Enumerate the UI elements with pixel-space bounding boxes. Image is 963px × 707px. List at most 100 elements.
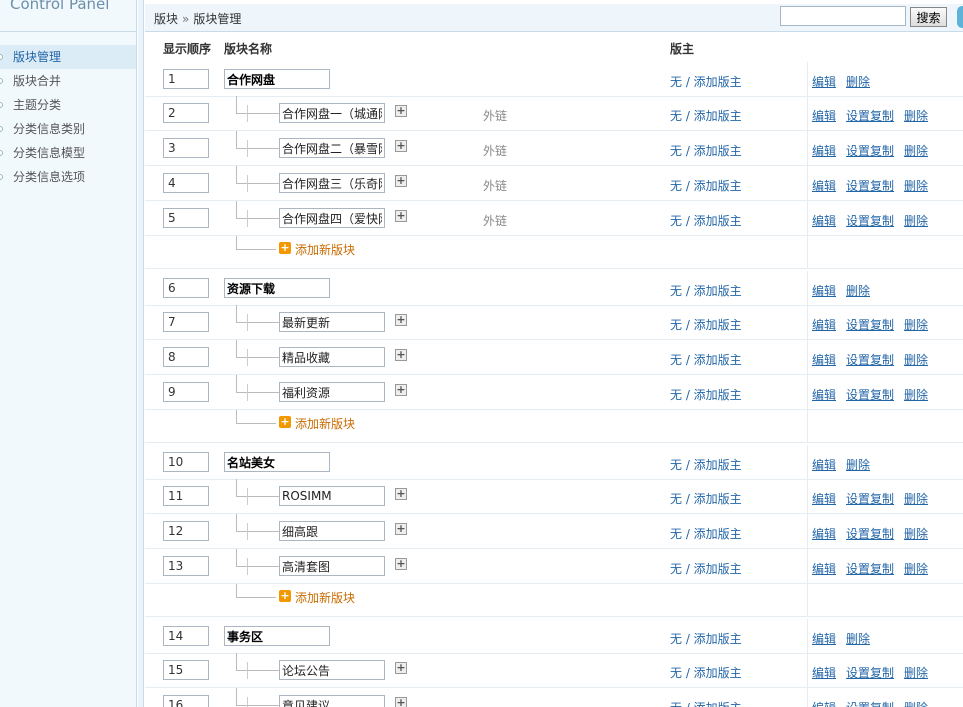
add-subforum-icon[interactable]: + bbox=[395, 140, 407, 152]
delete-link[interactable]: 删除 bbox=[904, 144, 928, 158]
display-order-input[interactable] bbox=[163, 486, 209, 506]
forum-name-input[interactable] bbox=[279, 208, 385, 228]
add-icon[interactable]: + bbox=[279, 242, 291, 254]
copy-settings-link[interactable]: 设置复制 bbox=[846, 562, 894, 576]
forum-name-input[interactable] bbox=[279, 173, 385, 193]
edit-link[interactable]: 编辑 bbox=[812, 109, 836, 123]
edit-link[interactable]: 编辑 bbox=[812, 214, 836, 228]
moderators-link[interactable]: 无 / 添加版主 bbox=[670, 282, 742, 299]
add-subforum-icon[interactable]: + bbox=[395, 697, 407, 707]
edit-link[interactable]: 编辑 bbox=[812, 492, 836, 506]
forum-name-input[interactable] bbox=[279, 138, 385, 158]
moderators-link[interactable]: 无 / 添加版主 bbox=[670, 316, 742, 333]
display-order-input[interactable] bbox=[163, 626, 209, 646]
group-name-input[interactable] bbox=[224, 626, 330, 646]
forum-name-input[interactable] bbox=[279, 556, 385, 576]
edit-link[interactable]: 编辑 bbox=[812, 179, 836, 193]
display-order-input[interactable] bbox=[163, 452, 209, 472]
add-subforum-icon[interactable]: + bbox=[395, 558, 407, 570]
add-forum-link[interactable]: 添加新版块 bbox=[295, 415, 355, 432]
forum-name-input[interactable] bbox=[279, 660, 385, 680]
copy-settings-link[interactable]: 设置复制 bbox=[846, 179, 894, 193]
display-order-input[interactable] bbox=[163, 103, 209, 123]
delete-link[interactable]: 删除 bbox=[904, 388, 928, 402]
copy-settings-link[interactable]: 设置复制 bbox=[846, 701, 894, 707]
add-forum-link[interactable]: 添加新版块 bbox=[295, 241, 355, 258]
delete-link[interactable]: 删除 bbox=[846, 75, 870, 89]
delete-link[interactable]: 删除 bbox=[846, 458, 870, 472]
display-order-input[interactable] bbox=[163, 521, 209, 541]
add-subforum-icon[interactable]: + bbox=[395, 175, 407, 187]
forum-name-input[interactable] bbox=[279, 521, 385, 541]
edit-link[interactable]: 编辑 bbox=[812, 284, 836, 298]
copy-settings-link[interactable]: 设置复制 bbox=[846, 492, 894, 506]
edit-link[interactable]: 编辑 bbox=[812, 353, 836, 367]
moderators-link[interactable]: 无 / 添加版主 bbox=[670, 456, 742, 473]
copy-settings-link[interactable]: 设置复制 bbox=[846, 318, 894, 332]
display-order-input[interactable] bbox=[163, 208, 209, 228]
copy-settings-link[interactable]: 设置复制 bbox=[846, 527, 894, 541]
search-input[interactable] bbox=[780, 6, 906, 26]
delete-link[interactable]: 删除 bbox=[904, 527, 928, 541]
sidebar-item-classified-categories[interactable]: 分类信息类别 bbox=[0, 117, 136, 141]
forum-name-input[interactable] bbox=[279, 382, 385, 402]
display-order-input[interactable] bbox=[163, 138, 209, 158]
group-name-input[interactable] bbox=[224, 452, 330, 472]
forum-name-input[interactable] bbox=[279, 312, 385, 332]
display-order-input[interactable] bbox=[163, 173, 209, 193]
add-forum-link[interactable]: 添加新版块 bbox=[295, 589, 355, 606]
moderators-link[interactable]: 无 / 添加版主 bbox=[670, 177, 742, 194]
add-icon[interactable]: + bbox=[279, 416, 291, 428]
edit-link[interactable]: 编辑 bbox=[812, 458, 836, 472]
moderators-link[interactable]: 无 / 添加版主 bbox=[670, 351, 742, 368]
delete-link[interactable]: 删除 bbox=[904, 179, 928, 193]
moderators-link[interactable]: 无 / 添加版主 bbox=[670, 525, 742, 542]
add-subforum-icon[interactable]: + bbox=[395, 349, 407, 361]
sidebar-item-classified-options[interactable]: 分类信息选项 bbox=[0, 165, 136, 189]
copy-settings-link[interactable]: 设置复制 bbox=[846, 353, 894, 367]
moderators-link[interactable]: 无 / 添加版主 bbox=[670, 142, 742, 159]
moderators-link[interactable]: 无 / 添加版主 bbox=[670, 560, 742, 577]
search-button[interactable]: 搜索 bbox=[910, 7, 947, 27]
moderators-link[interactable]: 无 / 添加版主 bbox=[670, 386, 742, 403]
delete-link[interactable]: 删除 bbox=[904, 701, 928, 707]
moderators-link[interactable]: 无 / 添加版主 bbox=[670, 630, 742, 647]
breadcrumb-root[interactable]: 版块 bbox=[154, 12, 178, 26]
display-order-input[interactable] bbox=[163, 347, 209, 367]
add-subforum-icon[interactable]: + bbox=[395, 488, 407, 500]
sidebar-item-classified-models[interactable]: 分类信息模型 bbox=[0, 141, 136, 165]
edit-link[interactable]: 编辑 bbox=[812, 632, 836, 646]
add-icon[interactable]: + bbox=[279, 590, 291, 602]
display-order-input[interactable] bbox=[163, 69, 209, 89]
add-subforum-icon[interactable]: + bbox=[395, 523, 407, 535]
delete-link[interactable]: 删除 bbox=[904, 214, 928, 228]
delete-link[interactable]: 删除 bbox=[904, 353, 928, 367]
display-order-input[interactable] bbox=[163, 695, 209, 707]
moderators-link[interactable]: 无 / 添加版主 bbox=[670, 212, 742, 229]
delete-link[interactable]: 删除 bbox=[904, 109, 928, 123]
moderators-link[interactable]: 无 / 添加版主 bbox=[670, 73, 742, 90]
edit-link[interactable]: 编辑 bbox=[812, 388, 836, 402]
copy-settings-link[interactable]: 设置复制 bbox=[846, 388, 894, 402]
copy-settings-link[interactable]: 设置复制 bbox=[846, 109, 894, 123]
add-subforum-icon[interactable]: + bbox=[395, 210, 407, 222]
delete-link[interactable]: 删除 bbox=[904, 562, 928, 576]
copy-settings-link[interactable]: 设置复制 bbox=[846, 666, 894, 680]
group-name-input[interactable] bbox=[224, 69, 330, 89]
forum-name-input[interactable] bbox=[279, 486, 385, 506]
display-order-input[interactable] bbox=[163, 278, 209, 298]
sidebar-item-forum-merge[interactable]: 版块合并 bbox=[0, 69, 136, 93]
add-subforum-icon[interactable]: + bbox=[395, 105, 407, 117]
moderators-link[interactable]: 无 / 添加版主 bbox=[670, 664, 742, 681]
edit-link[interactable]: 编辑 bbox=[812, 701, 836, 707]
add-subforum-icon[interactable]: + bbox=[395, 314, 407, 326]
copy-settings-link[interactable]: 设置复制 bbox=[846, 144, 894, 158]
copy-settings-link[interactable]: 设置复制 bbox=[846, 214, 894, 228]
edit-link[interactable]: 编辑 bbox=[812, 527, 836, 541]
delete-link[interactable]: 删除 bbox=[904, 318, 928, 332]
forum-name-input[interactable] bbox=[279, 347, 385, 367]
display-order-input[interactable] bbox=[163, 382, 209, 402]
display-order-input[interactable] bbox=[163, 660, 209, 680]
edit-link[interactable]: 编辑 bbox=[812, 562, 836, 576]
moderators-link[interactable]: 无 / 添加版主 bbox=[670, 107, 742, 124]
